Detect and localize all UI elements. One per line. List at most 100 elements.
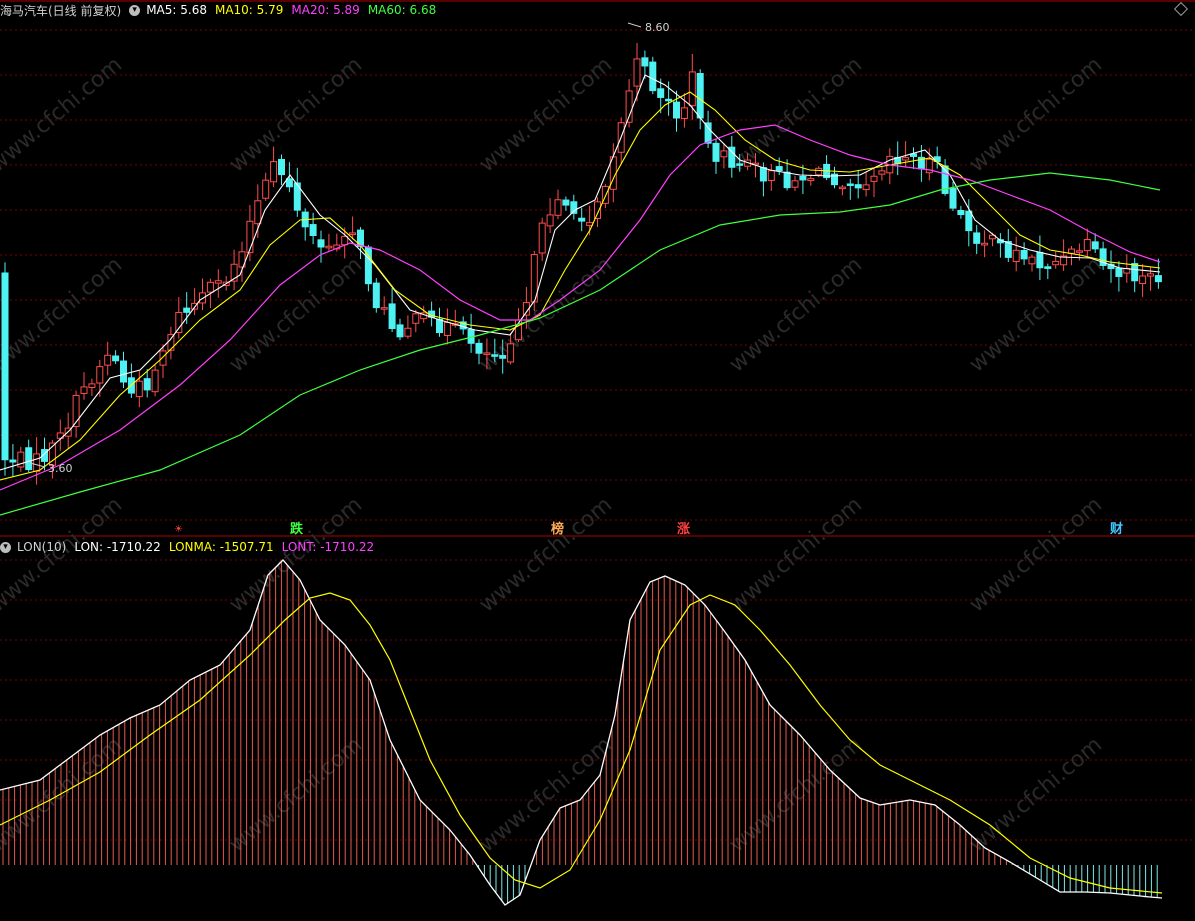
candlestick [64,412,72,449]
candlestick [33,437,41,485]
candlestick [436,307,443,337]
event-marker-rise[interactable]: 涨 [677,523,690,537]
candle-body [135,380,143,398]
low-price-label: 3.60 [48,462,73,475]
watermark-text: www.cfchi.com [965,52,1107,177]
candle-body [96,366,104,384]
candle-body [1036,251,1044,269]
candle-body [388,303,396,329]
candlestick [1068,245,1075,266]
candlestick [554,189,562,220]
candles [1,42,1162,485]
watermark-text: www.cfchi.com [725,252,867,377]
candlestick [981,230,989,258]
candle-body [278,158,285,176]
chevron-down-icon[interactable]: ▾ [0,541,11,553]
candlestick [183,292,191,324]
candle-body [657,88,665,98]
candlestick [767,163,775,191]
candle-body [214,280,222,284]
candle-body [815,167,823,176]
candle-body [846,183,854,186]
candle-body [688,71,696,107]
candle-body [436,318,443,334]
candlestick [728,135,736,178]
candlestick [467,313,475,353]
candlestick [886,148,894,185]
candlestick [238,241,246,282]
chart-window[interactable]: www.cfchi.com www.cfchi.com www.cfchi.com w… [0,0,1195,921]
candlestick [878,166,886,181]
candlestick [214,269,222,298]
candlestick [25,439,33,473]
candlestick [578,207,586,232]
candle-body [665,98,673,102]
candlestick [996,233,1004,258]
event-marker-finance[interactable]: 财 [1110,523,1123,537]
candlestick [388,288,396,333]
candle-body [712,142,720,162]
candlestick [530,250,538,312]
candlestick [1115,261,1123,292]
candlestick [104,341,112,376]
candle-body [9,459,17,463]
candlestick [673,90,680,132]
candlestick [965,199,973,247]
lonma-value: LONMA: -1507.71 [168,540,274,554]
candlestick [949,181,957,211]
candle-body [183,307,191,313]
candlestick [1147,266,1154,291]
candle-body [759,167,767,182]
chevron-down-icon[interactable]: ▾ [129,4,141,16]
candle-body [633,58,641,87]
candlestick [72,391,80,438]
event-marker-rank[interactable]: 榜 [551,523,564,537]
candlestick [1028,254,1036,272]
ma5-value: MA5: 5.68 [146,3,207,17]
candle-body [791,180,799,188]
candle-body [167,334,175,351]
candlestick [380,296,388,315]
candlestick [301,208,309,241]
candlestick [112,350,120,364]
candle-body [1012,249,1020,263]
candlestick [1004,228,1012,263]
candle-body [88,383,96,388]
candlestick [246,205,254,262]
lont-value: LONT: -1710.22 [281,540,375,554]
stock-chart-canvas[interactable]: www.cfchi.com www.cfchi.com www.cfchi.com w… [0,0,1195,921]
watermark-text: www.cfchi.com [725,52,867,177]
event-marker-sun[interactable]: ☀ [174,523,183,537]
candle-body [680,107,688,119]
candle-body [649,61,657,92]
candlestick [649,56,657,95]
candle-body [673,101,680,119]
candle-body [285,178,293,188]
candle-body [372,282,380,309]
candlestick [712,138,720,174]
ma10-value: MA10: 5.79 [214,3,284,17]
candlestick [1131,257,1139,293]
candle-body [1139,275,1147,285]
candle-body [696,72,704,119]
candle-body [112,355,120,362]
candlestick [341,227,349,259]
candlestick [293,167,301,217]
candle-body [151,369,159,393]
candlestick [262,172,270,201]
watermark-text: www.cfchi.com [725,732,867,857]
candlestick [1139,264,1147,297]
watermark-text: www.cfchi.com [965,732,1107,857]
candle-body [854,184,862,189]
event-marker-fall[interactable]: 跌 [290,523,303,537]
candlestick [838,184,846,196]
candlestick [1020,242,1028,265]
candlestick [941,159,949,196]
candlestick [973,225,981,254]
candle-body [120,360,127,383]
candlestick [135,369,143,408]
high-price-pointer [627,22,642,28]
candle-body [704,122,712,144]
candle-body [412,313,420,324]
candle-body [965,210,973,232]
